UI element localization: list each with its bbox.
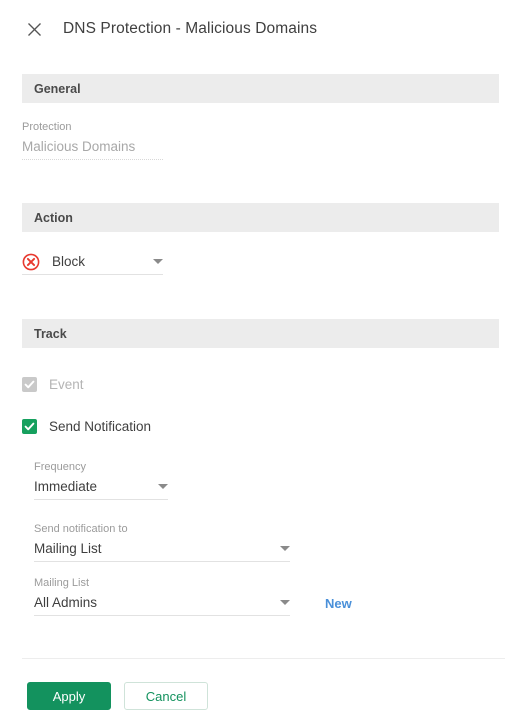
frequency-field-input[interactable]: Immediate [34,474,168,500]
frequency-field[interactable]: Frequency Immediate [34,460,168,500]
dialog-content: General Protection Malicious Domains Act… [0,74,521,616]
section-header-general-label: General [34,81,81,96]
dialog-header: DNS Protection - Malicious Domains [0,0,521,58]
section-header-general: General [22,74,499,103]
action-field-input[interactable]: Block [22,249,163,275]
chevron-down-icon[interactable] [280,600,290,605]
close-icon[interactable] [22,17,46,41]
frequency-field-value: Immediate [34,479,98,494]
event-checkbox-row: Event [22,377,499,392]
send-notification-to-field-value: Mailing List [34,541,102,556]
frequency-field-label: Frequency [34,461,86,473]
section-body-general: Protection Malicious Domains [22,120,499,160]
chevron-down-icon[interactable] [280,546,290,551]
send-notification-checkbox-label: Send Notification [49,419,152,434]
action-field[interactable]: Block [22,249,163,275]
section-header-track: Track [22,319,499,348]
block-circle-x-icon [22,253,40,271]
section-body-track: Event Send Notification Frequency Immedi… [22,377,499,616]
send-notification-to-field-label: Send notification to [34,523,128,535]
protection-field-value: Malicious Domains [22,139,136,154]
page-title: DNS Protection - Malicious Domains [63,20,318,37]
mailing-list-field-label: Mailing List [34,577,90,589]
send-notification-checkbox[interactable] [22,419,37,434]
send-notification-to-field-input[interactable]: Mailing List [34,536,290,562]
protection-field-label: Protection [22,121,72,133]
event-checkbox [22,377,37,392]
section-header-action: Action [22,203,499,232]
apply-button[interactable]: Apply [27,682,111,710]
protection-field-input: Malicious Domains [22,134,163,160]
mailing-list-field-input[interactable]: All Admins [34,590,290,616]
protection-field: Protection Malicious Domains [22,120,163,160]
send-notification-to-field[interactable]: Send notification to Mailing List [34,522,290,562]
mailing-list-field-value: All Admins [34,595,98,610]
footer-actions: Apply Cancel [27,682,208,710]
mailing-list-row: Mailing List All Admins New [22,576,499,616]
new-mailing-list-link[interactable]: New [325,596,352,611]
section-body-action: Block [22,249,499,275]
footer-divider [22,658,505,659]
event-checkbox-label: Event [49,377,84,392]
section-header-track-label: Track [34,326,67,341]
chevron-down-icon[interactable] [153,259,163,264]
cancel-button[interactable]: Cancel [124,682,208,710]
chevron-down-icon[interactable] [158,484,168,489]
section-header-action-label: Action [34,210,73,225]
mailing-list-field[interactable]: Mailing List All Admins [34,576,290,616]
send-notification-checkbox-row[interactable]: Send Notification [22,419,499,434]
action-field-value: Block [52,254,86,269]
